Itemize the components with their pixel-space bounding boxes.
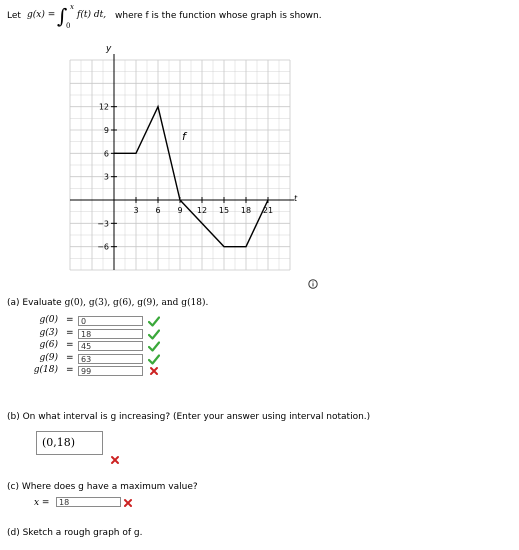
part-a-row: g(0) = 0 xyxy=(0,315,180,327)
g-value-label: g(6) xyxy=(39,340,58,350)
part-d-question: (d) Sketch a rough graph of g. xyxy=(7,528,143,538)
y-tick-label: 6 xyxy=(104,149,109,158)
part-a-question: (a) Evaluate g(0), g(3), g(6), g(9), and… xyxy=(7,298,208,308)
y-axis-label: y xyxy=(105,44,112,54)
y-tick-label: 12 xyxy=(99,103,109,112)
g-value-input[interactable]: 45 xyxy=(78,341,143,351)
x-tick-label: 6 xyxy=(155,206,160,215)
part-c-incorrect-icon xyxy=(124,499,132,507)
y-tick-label: −6 xyxy=(97,243,109,252)
g-value-label: g(9) xyxy=(39,353,58,363)
correct-check-icon xyxy=(148,316,160,327)
part-a-row: g(3) = 18 xyxy=(0,328,180,340)
correct-check-icon xyxy=(148,354,160,365)
g-value-label: g(0) xyxy=(39,315,58,325)
part-a-row: g(6) = 45 xyxy=(0,340,180,352)
equals-sign: = xyxy=(66,340,74,350)
incorrect-cross-icon xyxy=(150,367,158,375)
g-value-input[interactable]: 63 xyxy=(78,354,143,364)
function-label: f xyxy=(182,130,188,143)
intro-suffix: where f is the function whose graph is s… xyxy=(115,11,322,21)
x-tick-label: 9 xyxy=(177,206,182,215)
intro-prefix: Let xyxy=(7,11,21,21)
part-a-row: g(9) = 63 xyxy=(0,353,180,365)
equals-sign: = xyxy=(66,365,74,375)
y-tick-label: −3 xyxy=(97,219,109,228)
x-tick-label: 3 xyxy=(133,206,138,215)
integral-upper-limit: x xyxy=(70,3,74,11)
x-tick-label: 12 xyxy=(197,206,207,215)
correct-check-icon xyxy=(148,341,160,352)
equals-sign: = xyxy=(66,328,74,338)
x-tick-label: 18 xyxy=(241,206,251,215)
part-c-question: (c) Where does g have a maximum value? xyxy=(7,482,198,492)
integrand: f(t) dt, xyxy=(77,10,107,20)
integral-lower-limit: 0 xyxy=(66,22,71,30)
part-a-prefix: (a) Evaluate xyxy=(7,298,62,308)
part-a-row: g(18) = 99 xyxy=(0,365,180,377)
equals-sign: = xyxy=(66,353,74,363)
y-tick-label: 9 xyxy=(104,126,109,135)
y-tick-label: 3 xyxy=(104,173,109,182)
x-tick-label: 15 xyxy=(219,206,229,215)
problem-statement: Let g(x) = ∫ x 0 f(t) dt, where f is the… xyxy=(7,3,512,33)
interval-answer-value: (0,18) xyxy=(42,436,76,449)
interval-answer-box[interactable]: (0,18) xyxy=(36,431,103,455)
g-value-input[interactable]: 0 xyxy=(78,316,143,326)
equals-sign: = xyxy=(66,315,74,325)
maximum-answer-input[interactable]: 18 xyxy=(56,497,121,507)
part-b-question: (b) On what interval is g increasing? (E… xyxy=(7,412,371,422)
graph-axes xyxy=(70,54,294,270)
g-value-label: g(3) xyxy=(39,328,58,338)
part-a-items: g(0), g(3), g(6), g(9), and g(18). xyxy=(64,298,209,308)
t-axis-label: t xyxy=(294,194,298,203)
graph-grid xyxy=(69,59,291,271)
part-c-x-label: x = xyxy=(34,498,50,508)
info-icon[interactable] xyxy=(308,279,318,289)
g-value-input[interactable]: 18 xyxy=(78,329,143,339)
g-value-label: g(18) xyxy=(33,365,58,375)
function-graph: 3 6 9 12 15 18 2112963−3−6 y t f xyxy=(69,44,298,271)
correct-check-icon xyxy=(148,329,160,340)
g-value-input[interactable]: 99 xyxy=(78,366,143,376)
intro-gx: g(x) = xyxy=(27,10,56,20)
part-b-incorrect-icon xyxy=(111,456,119,464)
graph-tick-labels: 3 6 9 12 15 18 2112963−3−6 xyxy=(97,103,273,252)
